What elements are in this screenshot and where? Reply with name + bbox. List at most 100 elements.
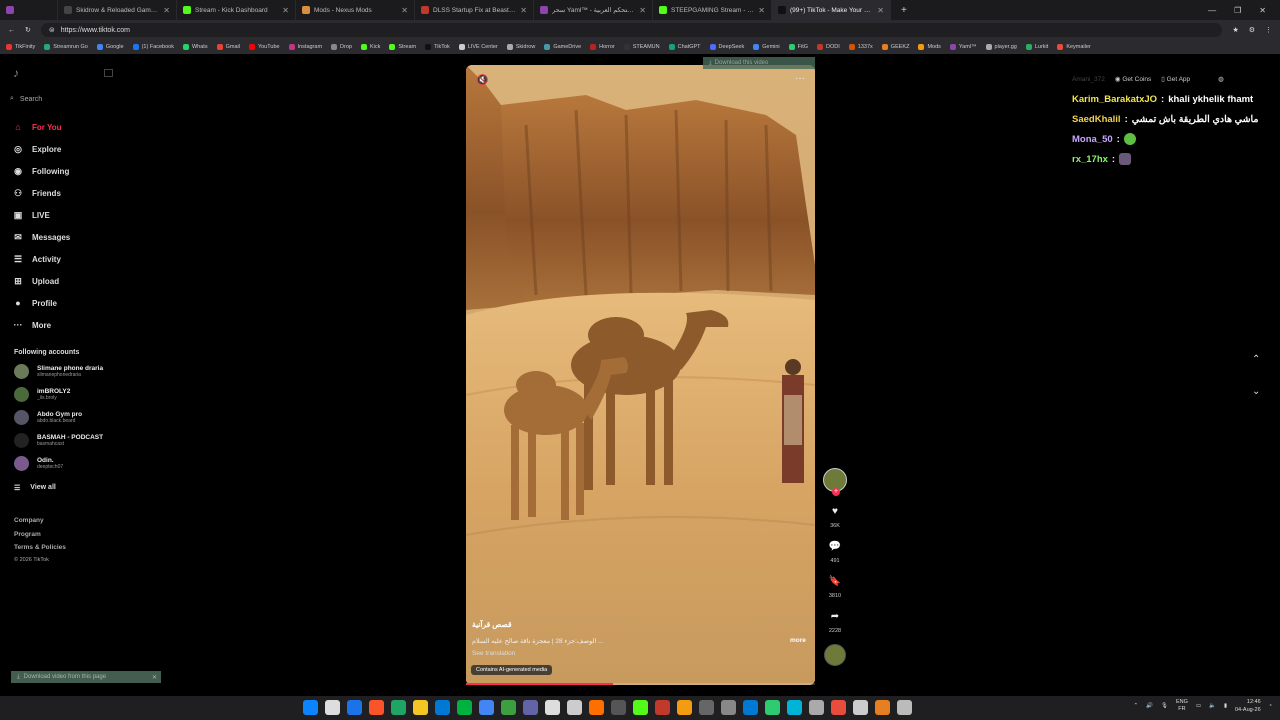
bookmark-item[interactable]: ChatGPT bbox=[668, 44, 701, 50]
following-account[interactable]: Odin. deeptech07 bbox=[14, 456, 63, 471]
taskbar-app-icon[interactable] bbox=[831, 700, 846, 715]
back-icon[interactable]: ← bbox=[8, 27, 15, 34]
music-disc-icon[interactable] bbox=[824, 644, 846, 666]
close-overlay-icon[interactable]: ✕ bbox=[152, 674, 161, 681]
bookmark-item[interactable]: Gemini bbox=[753, 44, 780, 50]
url-field[interactable]: ⊜ https://www.tiktok.com bbox=[40, 23, 1223, 37]
bookmark-item[interactable]: Horror bbox=[590, 44, 615, 50]
collapse-sidebar-icon[interactable] bbox=[104, 69, 113, 77]
bookmark-item[interactable]: Instagram bbox=[288, 44, 322, 50]
bookmark-item[interactable]: Streamrun Go bbox=[44, 44, 88, 50]
reload-icon[interactable]: ↻ bbox=[25, 26, 31, 34]
nav-item-following[interactable]: ◉ Following bbox=[12, 160, 70, 182]
bookmark-item[interactable]: Kick bbox=[360, 44, 380, 50]
get-coins-button[interactable]: ◉ Get Coins bbox=[1115, 75, 1151, 83]
taskbar-app-icon[interactable] bbox=[787, 700, 802, 715]
taskbar-app-icon[interactable] bbox=[325, 700, 340, 715]
battery-icon[interactable]: ▮ bbox=[1224, 703, 1227, 709]
nav-item-upload[interactable]: ⊞ Upload bbox=[12, 270, 70, 292]
video-options-icon[interactable]: ··· bbox=[795, 73, 805, 84]
video-player[interactable]: 🔇 ··· bbox=[466, 65, 815, 685]
taskbar-app-icon[interactable] bbox=[853, 700, 868, 715]
clock[interactable]: 12:46 04-Aug-26 bbox=[1235, 698, 1261, 714]
video-author-title[interactable]: قصص قرآنية bbox=[472, 620, 512, 629]
speaker-icon[interactable]: 🔈 bbox=[1209, 703, 1216, 709]
bookmark-item[interactable]: TikFinity bbox=[6, 44, 35, 50]
bookmark-item[interactable]: Keymailer bbox=[1057, 44, 1091, 50]
browser-tab[interactable]: Mods - Nexus Mods ✕ bbox=[296, 0, 415, 20]
taskbar-app-icon[interactable] bbox=[633, 700, 648, 715]
footer-terms-link[interactable]: Terms & Policies bbox=[14, 544, 66, 551]
download-video-overlay[interactable]: ⤓ Download this video bbox=[703, 57, 815, 69]
bookmark-item[interactable]: DODI bbox=[817, 44, 840, 50]
close-tab-icon[interactable]: ✕ bbox=[639, 6, 646, 15]
nav-item-more[interactable]: ··· More bbox=[12, 314, 70, 336]
taskbar-app-icon[interactable] bbox=[677, 700, 692, 715]
following-account[interactable]: Abdo Gym pro abdo.black.beard bbox=[14, 410, 82, 425]
taskbar-app-icon[interactable] bbox=[765, 700, 780, 715]
bookmark-item[interactable]: TikTok bbox=[425, 44, 450, 50]
taskbar-app-icon[interactable] bbox=[721, 700, 736, 715]
profile-menu[interactable] bbox=[0, 0, 58, 20]
new-tab-icon[interactable]: + bbox=[891, 5, 907, 16]
network-icon[interactable]: ▭ bbox=[1196, 703, 1201, 709]
close-tab-icon[interactable]: ✕ bbox=[877, 6, 884, 15]
video-progress-bar[interactable] bbox=[466, 683, 815, 685]
nav-item-activity[interactable]: ☰ Activity bbox=[12, 248, 70, 270]
taskbar-app-icon[interactable] bbox=[743, 700, 758, 715]
taskbar-app-icon[interactable] bbox=[897, 700, 912, 715]
notification-icon[interactable]: ◔ bbox=[1269, 703, 1272, 709]
taskbar-app-icon[interactable] bbox=[457, 700, 472, 715]
browser-tab[interactable]: Stream - Kick Dashboard ✕ bbox=[177, 0, 296, 20]
extensions-icon[interactable]: ⚙ bbox=[1249, 26, 1255, 34]
footer-company-link[interactable]: Company bbox=[14, 517, 44, 524]
footer-program-link[interactable]: Program bbox=[14, 531, 41, 538]
menu-icon[interactable]: ⋮ bbox=[1265, 26, 1272, 34]
bookmark-item[interactable]: GameDrive bbox=[544, 44, 581, 50]
bookmark-item[interactable]: Whats bbox=[182, 44, 208, 50]
close-tab-icon[interactable]: ✕ bbox=[520, 6, 527, 15]
close-tab-icon[interactable]: ✕ bbox=[758, 6, 765, 15]
bookmark-item[interactable]: Google bbox=[96, 44, 124, 50]
close-window-icon[interactable]: ✕ bbox=[1259, 6, 1266, 15]
nav-item-messages[interactable]: ✉ Messages bbox=[12, 226, 70, 248]
bookmark-item[interactable]: (1) Facebook bbox=[132, 44, 174, 50]
maximize-icon[interactable]: ❐ bbox=[1234, 6, 1241, 15]
bookmark-item[interactable]: DeepSeek bbox=[709, 44, 744, 50]
taskbar-app-icon[interactable] bbox=[479, 700, 494, 715]
taskbar-app-icon[interactable] bbox=[391, 700, 406, 715]
bookmark-item[interactable]: FitG bbox=[788, 44, 808, 50]
taskbar-app-icon[interactable] bbox=[435, 700, 450, 715]
taskbar-app-icon[interactable] bbox=[369, 700, 384, 715]
nav-item-explore[interactable]: ◎ Explore bbox=[12, 138, 70, 160]
taskbar-app-icon[interactable] bbox=[809, 700, 824, 715]
creator-avatar[interactable]: + bbox=[823, 468, 847, 496]
site-info-icon[interactable]: ⊜ bbox=[49, 26, 55, 34]
taskbar-app-icon[interactable] bbox=[545, 700, 560, 715]
follow-plus-icon[interactable]: + bbox=[832, 488, 840, 496]
nav-item-live[interactable]: ▣ LIVE bbox=[12, 204, 70, 226]
get-app-button[interactable]: ▯ Get App bbox=[1161, 75, 1190, 83]
browser-tab[interactable]: سحر Yaml™ - لوحة التحكم العربية ✕ bbox=[534, 0, 653, 20]
bookmark-item[interactable]: Drop bbox=[331, 44, 352, 50]
following-account[interactable]: imBROLY2 _iis.broly bbox=[14, 387, 70, 402]
taskbar-app-icon[interactable] bbox=[611, 700, 626, 715]
taskbar-app-icon[interactable] bbox=[589, 700, 604, 715]
windows-start-icon[interactable] bbox=[303, 700, 318, 715]
bookmark-item[interactable]: Skidrow bbox=[506, 44, 535, 50]
tray-chevron-icon[interactable]: ⌃ bbox=[1134, 703, 1139, 709]
mic-icon[interactable]: 🎙 bbox=[1161, 703, 1168, 709]
taskbar-app-icon[interactable] bbox=[501, 700, 516, 715]
user-avatar[interactable]: ◍ bbox=[1218, 75, 1224, 83]
close-tab-icon[interactable]: ✕ bbox=[163, 6, 170, 15]
browser-tab[interactable]: STEEPGAMING Stream - Watc ✕ bbox=[653, 0, 772, 20]
mute-icon[interactable]: 🔇 bbox=[476, 75, 488, 86]
view-all-link[interactable]: ☰ View all bbox=[14, 484, 56, 492]
taskbar-app-icon[interactable] bbox=[413, 700, 428, 715]
bookmark-item[interactable]: YouTube bbox=[248, 44, 280, 50]
bookmark-item[interactable]: Mods bbox=[918, 44, 941, 50]
following-account[interactable]: Slimane phone draria slimanephonedraria bbox=[14, 364, 103, 379]
following-account[interactable]: BASMAH - PODCAST basmahcast bbox=[14, 433, 103, 448]
tiktok-logo-icon[interactable]: ♪ bbox=[13, 66, 19, 80]
taskbar-app-icon[interactable] bbox=[567, 700, 582, 715]
